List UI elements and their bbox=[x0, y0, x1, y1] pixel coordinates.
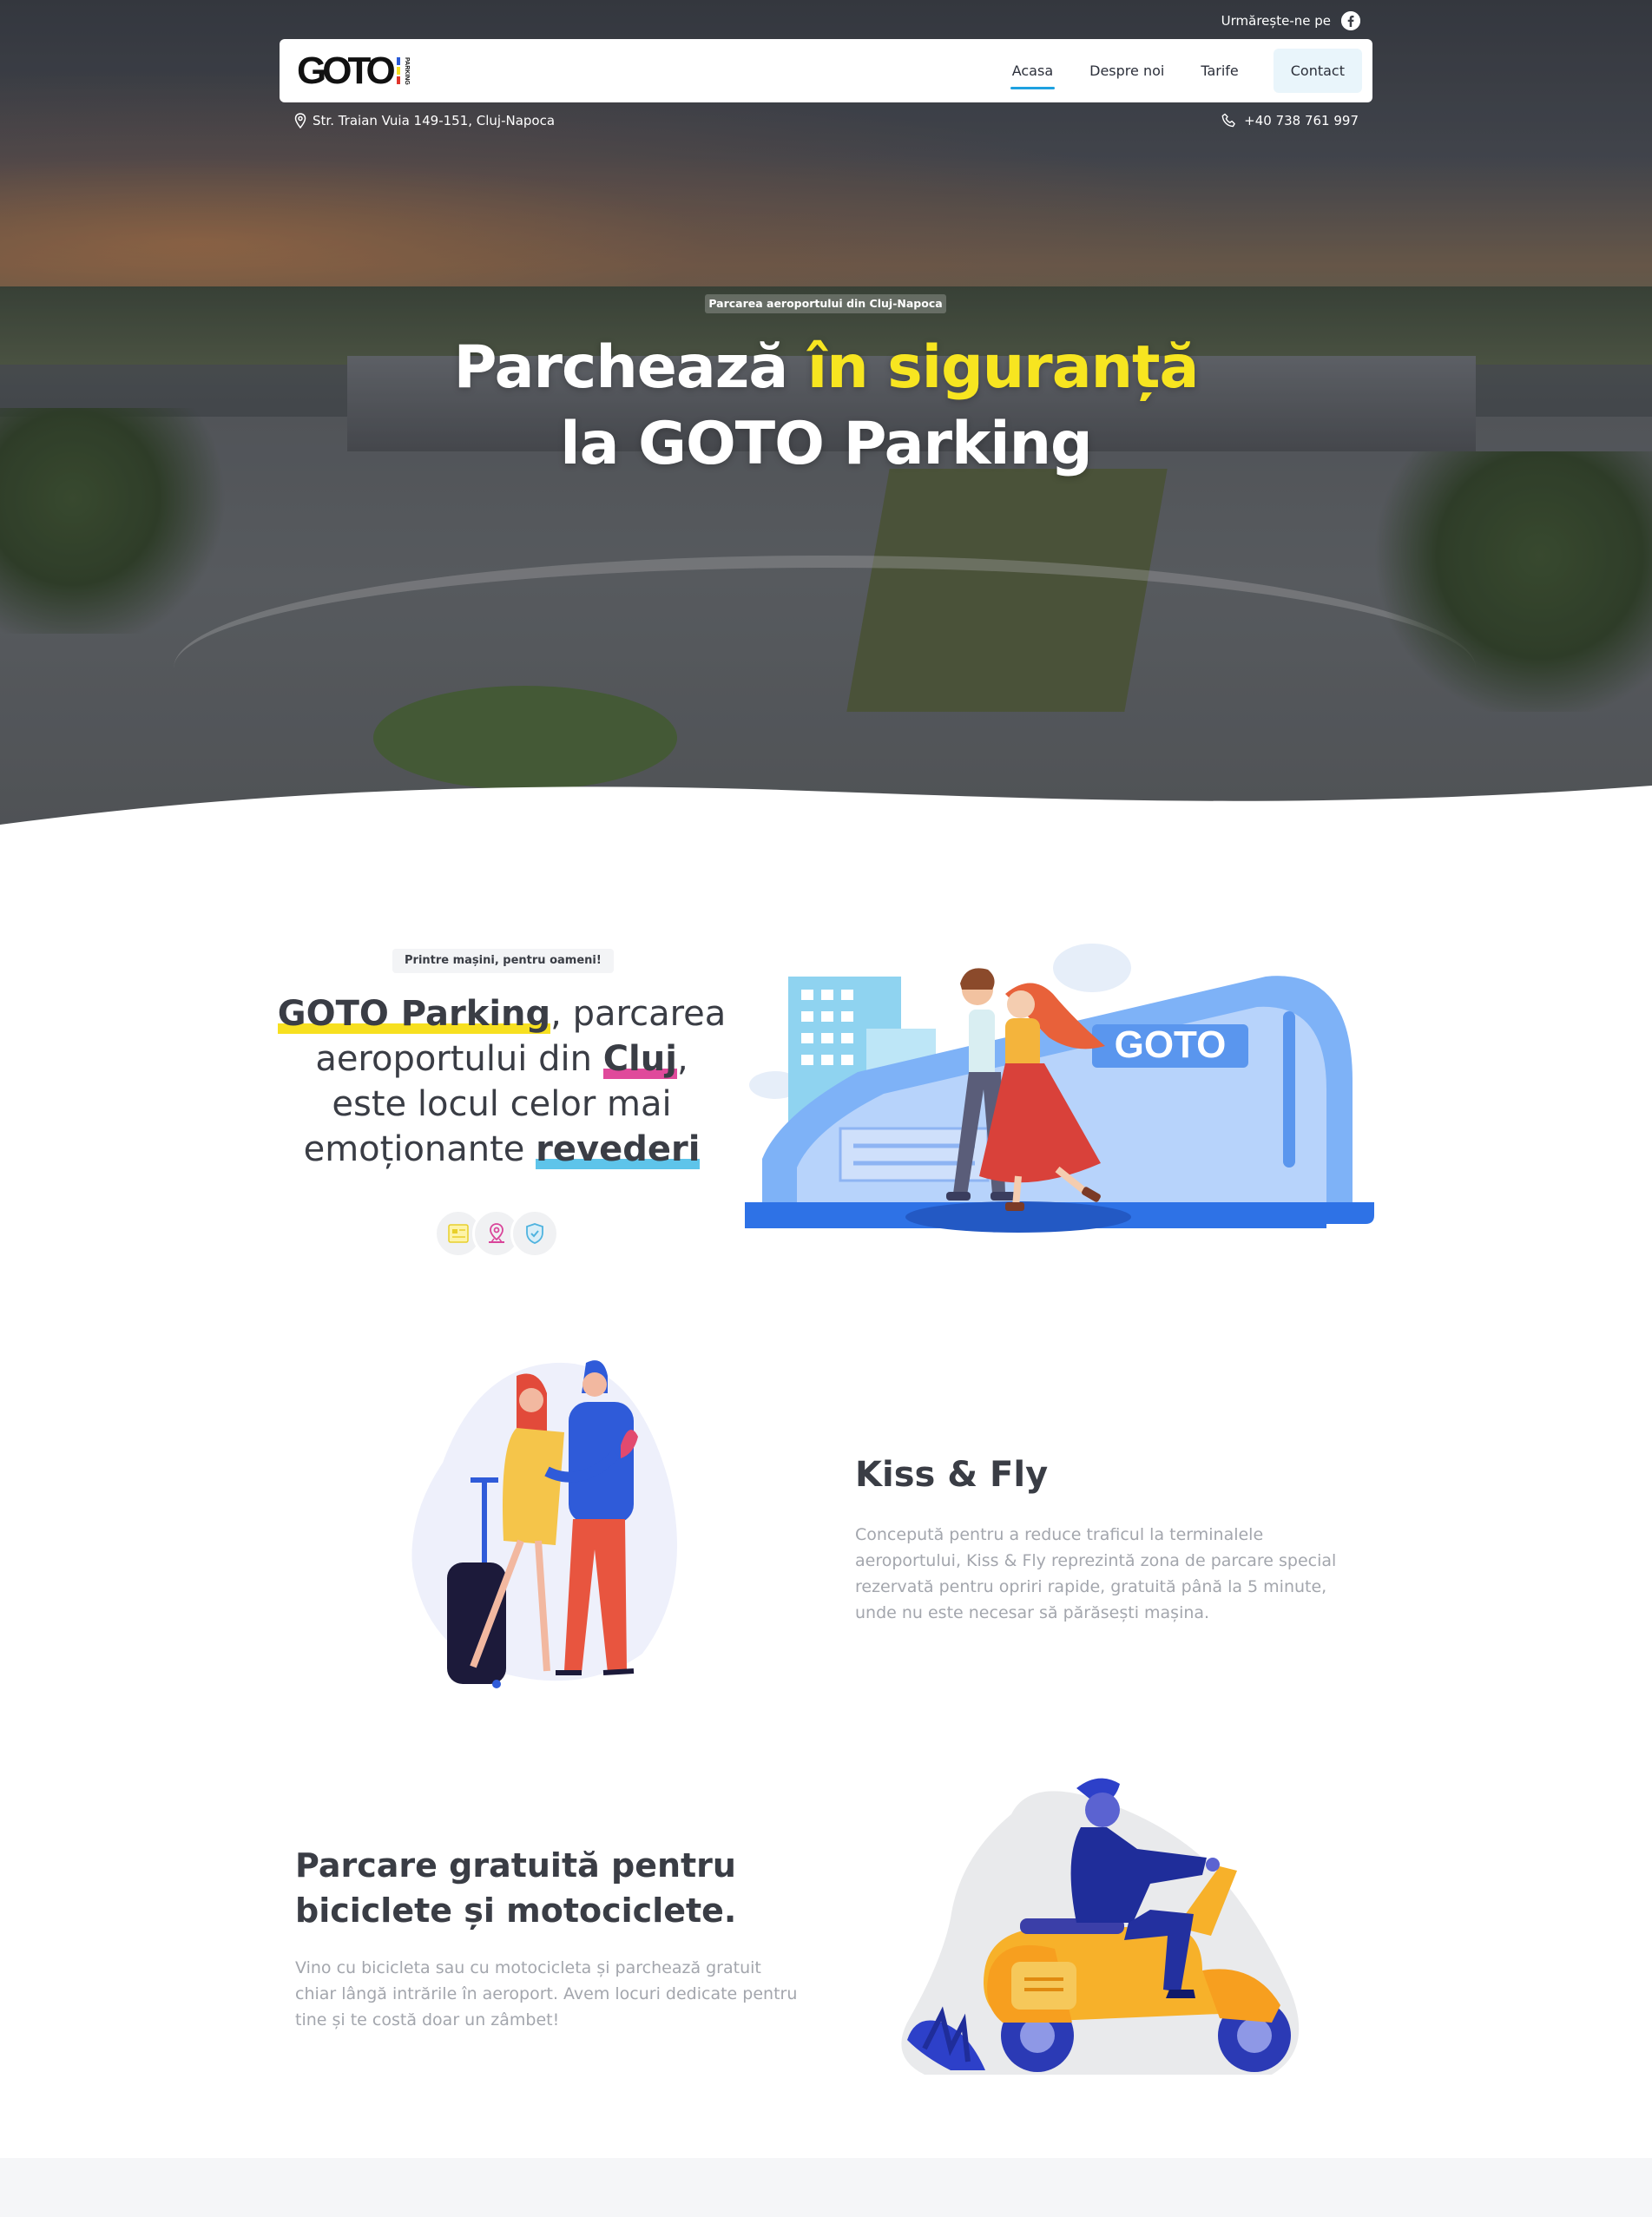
logo-color-bars bbox=[396, 57, 400, 84]
address: Str. Traian Vuia 149-151, Cluj-Napoca bbox=[293, 113, 555, 128]
intro-city: Cluj bbox=[602, 1039, 677, 1079]
intro-chip: Printre mașini, pentru oameni! bbox=[392, 949, 614, 973]
map-pin-icon bbox=[294, 113, 306, 128]
kiss-fly-illustration bbox=[411, 1360, 677, 1688]
nav-acasa[interactable]: Acasa bbox=[1010, 57, 1056, 89]
hero-title-highlight: în siguranță bbox=[806, 333, 1199, 402]
kiss-fly-text: Concepută pentru a reduce traficul la te… bbox=[855, 1525, 1337, 1622]
phone[interactable]: +40 738 761 997 bbox=[1221, 113, 1359, 128]
page: Urmărește-ne pe GOTO PARKING Acasa Despr… bbox=[0, 0, 1652, 2217]
intro-brand: GOTO Parking bbox=[277, 994, 551, 1034]
address-text: Str. Traian Vuia 149-151, Cluj-Napoca bbox=[313, 113, 556, 128]
intro-last: revederi bbox=[536, 1129, 701, 1169]
facebook-icon[interactable] bbox=[1341, 11, 1360, 30]
phone-text: +40 738 761 997 bbox=[1244, 113, 1359, 128]
follow-label: Urmărește-ne pe bbox=[1221, 13, 1331, 29]
shield-check-icon bbox=[510, 1209, 559, 1258]
hero-title-line2: la GOTO Parking bbox=[560, 410, 1092, 478]
goto-logo[interactable]: GOTO PARKING bbox=[297, 49, 410, 92]
social-follow: Urmărește-ne pe bbox=[1221, 11, 1360, 30]
hero-section: Urmărește-ne pe GOTO PARKING Acasa Despr… bbox=[0, 0, 1652, 825]
hero-title: Parchează în siguranță la GOTO Parking bbox=[0, 330, 1652, 483]
nav-contact-button[interactable]: Contact bbox=[1273, 49, 1362, 93]
hero-badge: Parcarea aeroportului din Cluj-Napoca bbox=[705, 294, 946, 313]
phone-icon bbox=[1221, 113, 1235, 128]
intro-heading: GOTO Parking, parcarea aeroportului din … bbox=[276, 991, 727, 1172]
nav-links: Acasa Despre noi Tarife Contact bbox=[1010, 49, 1362, 93]
logo-text: GOTO bbox=[297, 49, 396, 92]
hero-wave-divider bbox=[0, 786, 1652, 825]
nav-tarife[interactable]: Tarife bbox=[1199, 57, 1240, 84]
bikes-title: Parcare gratuită pentru biciclete și mot… bbox=[295, 1846, 737, 1930]
goto-couple-illustration: GOTO bbox=[745, 944, 1374, 1233]
hero-title-part1: Parchează bbox=[453, 333, 807, 402]
nav-despre-noi[interactable]: Despre noi bbox=[1088, 57, 1166, 84]
scooter-illustration bbox=[901, 1778, 1300, 2075]
bikes-text: Vino cu bicicleta sau cu motocicleta și … bbox=[295, 1958, 798, 2030]
footer-band bbox=[0, 2158, 1652, 2217]
logo-subtext: PARKING bbox=[403, 56, 410, 85]
main-navbar: GOTO PARKING Acasa Despre noi Tarife Con… bbox=[280, 39, 1372, 102]
kiss-fly-title: Kiss & Fly bbox=[855, 1455, 1049, 1495]
intro-icon-group bbox=[434, 1209, 559, 1258]
illustration-sign-text: GOTO bbox=[1115, 1023, 1227, 1066]
